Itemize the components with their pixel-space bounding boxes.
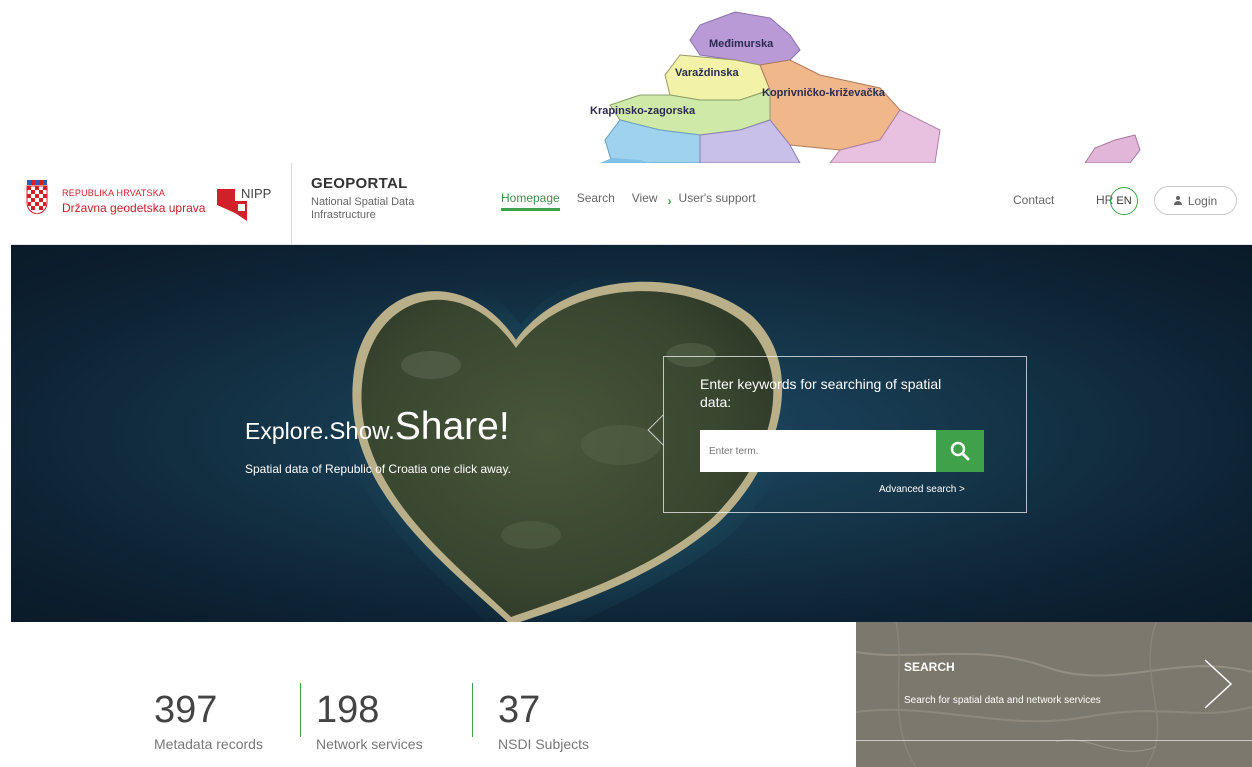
- panel-description: Search for spatial data and network serv…: [904, 695, 1101, 706]
- search-prompt: Enter keywords for searching of spatial …: [700, 376, 942, 410]
- stat-label: Network services: [316, 736, 423, 752]
- map-label: Krapinsko-zagorska: [590, 105, 696, 117]
- user-icon: [1173, 196, 1182, 205]
- search-input[interactable]: [700, 430, 936, 472]
- stat-value: 198: [316, 689, 380, 731]
- site-header: REPUBLIKA HRVATSKA Državna geodetska upr…: [11, 163, 1252, 245]
- advanced-search-link[interactable]: Advanced search >: [879, 484, 965, 495]
- tagline-show: Show.: [329, 418, 395, 445]
- nav-view[interactable]: View: [632, 191, 658, 211]
- chevron-right-icon[interactable]: [1201, 658, 1235, 710]
- panel-title: SEARCH: [904, 660, 955, 674]
- portal-subtitle: National Spatial Data Infrastructure: [311, 196, 415, 221]
- partial-glyph: [0, 412, 3, 430]
- lang-en-button[interactable]: EN: [1110, 187, 1138, 215]
- heart-island-image: [336, 267, 806, 622]
- nipp-logo-text: NIPP: [241, 186, 272, 201]
- stat-value: 37: [498, 689, 541, 731]
- chevron-right-icon: ›: [667, 194, 672, 208]
- search-panel[interactable]: SEARCH Search for spatial data and netwo…: [856, 622, 1252, 767]
- background-map: Međimurska Varaždinska Koprivničko-križe…: [0, 0, 1252, 163]
- stat-nsdi-subjects[interactable]: 37 NSDI Subjects: [498, 690, 589, 752]
- tagline-share: Share!: [394, 405, 510, 448]
- tagline-explore: Explore.: [245, 418, 330, 444]
- stat-metadata-records[interactable]: 397 Metadata records: [154, 690, 263, 752]
- stat-divider: [300, 683, 301, 737]
- map-label: Varaždinska: [675, 67, 739, 79]
- stat-network-services[interactable]: 198 Network services: [316, 690, 423, 752]
- agency-label[interactable]: Državna geodetska uprava: [62, 201, 205, 215]
- hero-search-box: Enter keywords for searching of spatial …: [647, 356, 1027, 513]
- map-label: Međimurska: [709, 38, 774, 50]
- nav-homepage[interactable]: Homepage: [501, 191, 560, 211]
- nav-users-support[interactable]: User's support: [679, 191, 756, 211]
- hero-banner: Explore.Show.Share! Spatial data of Repu…: [11, 245, 1252, 622]
- hero-tagline: Explore.Show.Share!: [245, 405, 510, 449]
- nipp-logo[interactable]: NIPP: [217, 183, 281, 221]
- map-label: Koprivničko-križevačka: [762, 87, 885, 99]
- page: Međimurska Varaždinska Koprivničko-križe…: [0, 0, 1252, 767]
- republic-label: REPUBLIKA HRVATSKA: [62, 188, 166, 198]
- portal-title[interactable]: GEOPORTAL: [311, 175, 408, 192]
- login-label: Login: [1187, 193, 1218, 208]
- login-button[interactable]: Login: [1154, 186, 1237, 215]
- header-divider: [291, 163, 292, 245]
- croatian-coat-of-arms-icon: [25, 180, 49, 215]
- stat-value: 397: [154, 689, 218, 731]
- contact-link[interactable]: Contact: [1013, 193, 1054, 207]
- panel-divider: [856, 740, 1252, 741]
- stat-label: Metadata records: [154, 736, 263, 752]
- stat-divider: [472, 683, 473, 737]
- stat-label: NSDI Subjects: [498, 736, 590, 752]
- search-icon: [950, 441, 970, 461]
- search-button[interactable]: [936, 430, 984, 472]
- nav-search[interactable]: Search: [577, 191, 615, 211]
- main-nav: Homepage Search View › User's support: [501, 191, 773, 211]
- hero-subtitle: Spatial data of Republic of Croatia one …: [245, 462, 511, 476]
